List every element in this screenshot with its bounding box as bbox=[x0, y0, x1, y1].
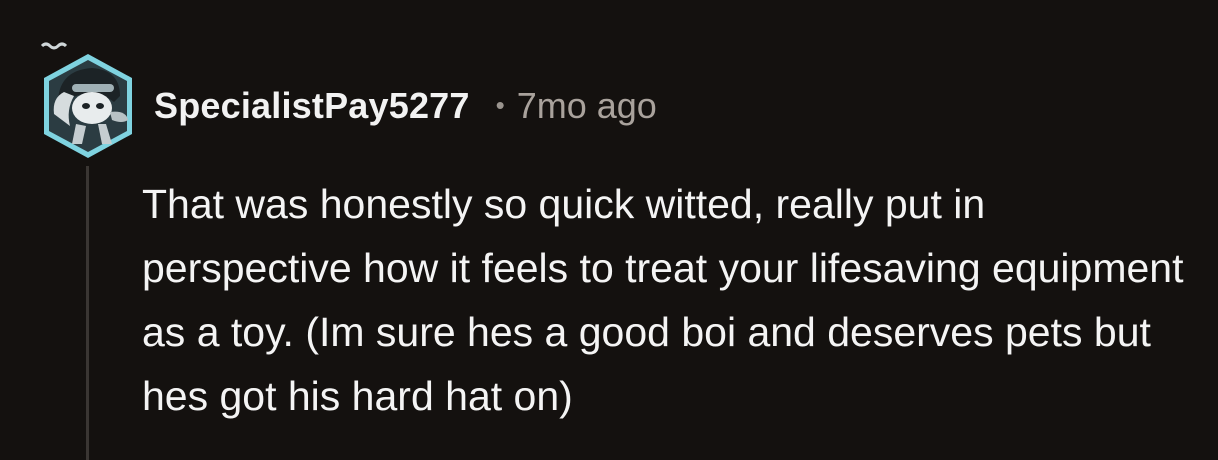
thread-collapse-line[interactable] bbox=[86, 166, 89, 460]
separator-dot: • bbox=[495, 89, 505, 120]
avatar-icon bbox=[40, 42, 132, 158]
comment: SpecialistPay5277 • 7mo ago That was hon… bbox=[0, 0, 1218, 460]
comment-body: That was honestly so quick witted, reall… bbox=[142, 181, 1184, 419]
user-avatar[interactable] bbox=[36, 40, 140, 160]
username-link[interactable]: SpecialistPay5277 bbox=[154, 85, 470, 127]
timestamp-link[interactable]: 7mo ago bbox=[517, 85, 657, 127]
comment-header: SpecialistPay5277 • 7mo ago bbox=[154, 82, 657, 130]
